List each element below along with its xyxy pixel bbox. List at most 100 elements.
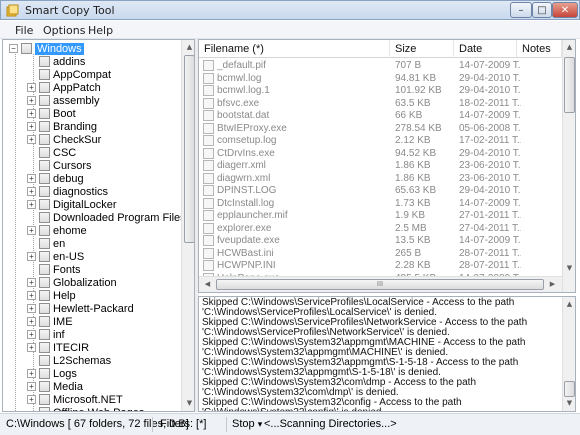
file-checkbox[interactable] [203,222,214,234]
tree-item[interactable]: + debug [27,172,84,185]
tree-checkbox[interactable] [39,199,50,210]
tree-item-label[interactable]: Hewlett-Packard [53,303,134,315]
tree-scroll-thumb[interactable] [184,55,194,243]
tree-item[interactable]: Cursors [27,159,92,172]
file-checkbox[interactable] [203,85,214,96]
tree-checkbox[interactable] [39,407,50,411]
tree-root-row[interactable]: − Windows [9,42,84,55]
tree-root-label[interactable]: Windows [35,42,84,55]
tree-item[interactable]: Fonts [27,263,81,276]
tree-item-label[interactable]: Downloaded Program Files [53,212,181,224]
tree-checkbox[interactable] [39,316,50,327]
file-checkbox[interactable] [203,260,214,271]
tree-checkbox[interactable] [39,290,50,301]
tree-checkbox-root[interactable] [21,43,32,54]
scroll-right-icon[interactable]: ▶ [546,278,559,291]
tree-checkbox[interactable] [39,186,50,197]
expand-icon[interactable]: + [27,96,36,105]
file-list-scrollbar[interactable]: ▲ ▼ [562,40,575,292]
close-button[interactable]: ✕ [552,2,578,18]
expand-icon[interactable]: + [27,226,36,235]
tree-checkbox[interactable] [39,238,50,249]
expand-icon[interactable]: + [27,330,36,339]
tree-item[interactable]: L2Schemas [27,354,111,367]
tree-checkbox[interactable] [39,394,50,405]
expand-icon[interactable]: + [27,200,36,209]
tree-checkbox[interactable] [39,251,50,262]
file-checkbox[interactable] [203,185,214,196]
tree-item[interactable]: + assembly [27,94,99,107]
tree-item-label[interactable]: debug [53,173,84,185]
tree-item[interactable]: + ehome [27,224,87,237]
file-row[interactable]: bootstat.dat 66 KB 14-07-2009 T... [199,110,562,123]
tree-checkbox[interactable] [39,95,50,106]
scroll-down-icon[interactable]: ▼ [563,397,575,410]
file-row[interactable]: _default.pif 707 B 14-07-2009 T... [199,60,562,73]
tree-item-label[interactable]: DigitalLocker [53,199,117,211]
file-checkbox[interactable] [203,147,214,159]
expand-icon[interactable]: + [27,291,36,300]
expand-icon[interactable]: + [27,343,36,352]
file-checkbox[interactable] [203,247,214,259]
tree-item[interactable]: CSC [27,146,76,159]
tree-item-label[interactable]: Cursors [53,160,92,172]
tree-item-label[interactable]: Offline Web Pages [53,407,144,412]
tree-item-label[interactable]: ehome [53,225,87,237]
tree-item[interactable]: + Logs [27,367,77,380]
file-scroll-thumb[interactable] [564,57,575,113]
status-filters[interactable]: Filters: [*] [160,418,206,430]
file-row[interactable]: diagwrn.xml 1.86 KB 23-06-2010 T... [199,172,562,186]
menu-help[interactable]: Help [88,24,113,37]
file-checkbox[interactable] [203,135,214,146]
tree-item[interactable]: + Globalization [27,276,117,289]
tree-item[interactable]: + Hewlett-Packard [27,302,134,315]
tree-checkbox[interactable] [39,121,50,132]
column-date[interactable]: Date [454,40,517,58]
expand-icon[interactable]: + [27,317,36,326]
file-row[interactable]: bcmwl.log 94.81 KB 29-04-2010 T... [199,72,562,86]
tree-item-label[interactable]: Fonts [53,264,81,276]
tree-checkbox[interactable] [39,147,50,158]
file-checkbox[interactable] [203,110,214,121]
tree-checkbox[interactable] [39,212,50,223]
tree-checkbox[interactable] [39,134,50,145]
tree-item[interactable]: + IME [27,315,73,328]
tree-item-label[interactable]: inf [53,329,65,341]
tree-item-label[interactable]: diagnostics [53,186,108,198]
tree-item[interactable]: + Boot [27,107,76,120]
tree-checkbox[interactable] [39,82,50,93]
tree-checkbox[interactable] [39,225,50,236]
expand-icon[interactable]: + [27,278,36,287]
file-checkbox[interactable] [203,197,214,209]
file-row[interactable]: DtcInstall.log 1.73 KB 14-07-2009 T... [199,197,562,211]
file-row[interactable]: HCWBast.ini 265 B 28-07-2011 T... [199,247,562,261]
tree-item[interactable]: + DigitalLocker [27,198,117,211]
tree-checkbox[interactable] [39,160,50,171]
menu-file[interactable]: File [15,24,33,37]
maximize-button[interactable]: □ [532,2,552,18]
log-scroll-thumb[interactable] [564,381,575,397]
tree-item-label[interactable]: Branding [53,121,97,133]
scroll-up-icon[interactable]: ▲ [563,41,575,54]
tree-item[interactable]: + diagnostics [27,185,108,198]
log-output[interactable]: Skipped C:\Windows\ServiceProfiles\Local… [198,296,576,412]
tree-checkbox[interactable] [39,342,50,353]
file-checkbox[interactable] [203,235,214,246]
expand-icon[interactable]: + [27,187,36,196]
tree-checkbox[interactable] [39,303,50,314]
file-list-hscrollbar[interactable]: ◀ III ▶ [199,276,562,292]
tree-item-label[interactable]: ITECIR [53,342,89,354]
scroll-down-icon[interactable]: ▼ [183,397,194,410]
file-list[interactable]: Filename (*) Size Date Notes _default.pi… [198,39,576,293]
tree-checkbox[interactable] [39,56,50,67]
expand-icon[interactable]: + [27,122,36,131]
tree-item-label[interactable]: CSC [53,147,76,159]
file-row[interactable]: DPINST.LOG 65.63 KB 29-04-2010 T... [199,185,562,198]
tree-item-label[interactable]: Boot [53,108,76,120]
tree-item-label[interactable]: addins [53,56,85,68]
tree-item[interactable]: Offline Web Pages [27,406,144,411]
tree-item[interactable]: + Microsoft.NET [27,393,123,406]
tree-item[interactable]: + Help [27,289,76,302]
tree-item[interactable]: Downloaded Program Files [27,211,181,224]
scroll-up-icon[interactable]: ▲ [183,41,194,54]
